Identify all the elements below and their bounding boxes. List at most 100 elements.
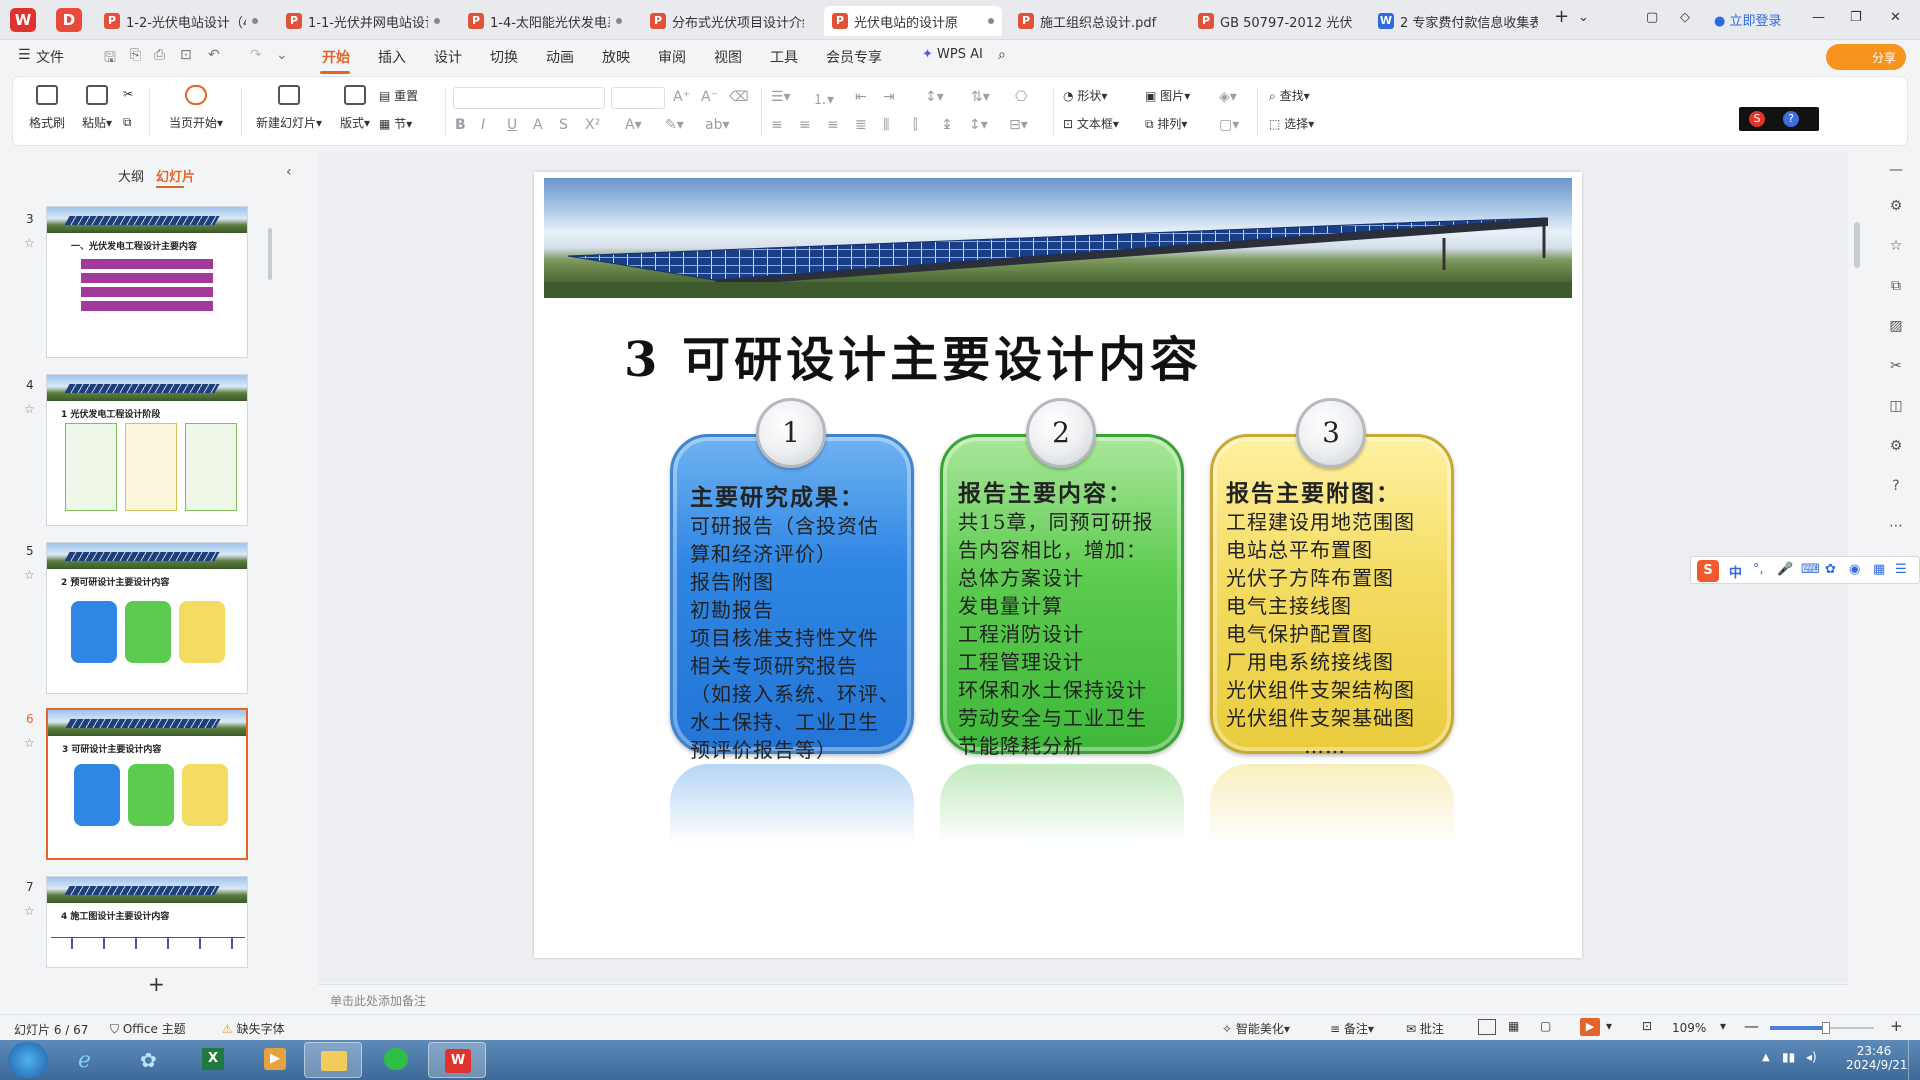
convert-smartart-icon[interactable]: ⎔	[1015, 89, 1027, 105]
tab-close-icon[interactable]	[252, 18, 258, 24]
italic-icon[interactable]: I	[481, 117, 485, 133]
clear-format-icon[interactable]: ⌫	[729, 89, 749, 105]
docer-icon[interactable]: D	[56, 8, 82, 32]
ime-toolbar-widget[interactable]: S ?	[1739, 107, 1819, 131]
volume-tray-icon[interactable]: ◂)	[1806, 1050, 1817, 1064]
menu-home[interactable]: 开始	[322, 47, 350, 67]
tab-close-icon[interactable]	[434, 18, 440, 24]
slide-canvas[interactable]: 3 可研设计主要设计内容 1 主要研究成果： 可研报告（含投资估 算和经济评价）…	[534, 172, 1582, 958]
align-center-icon[interactable]: ≡	[799, 117, 811, 133]
copy-icon[interactable]: ⧉	[1886, 278, 1906, 298]
menu-insert[interactable]: 插入	[378, 47, 406, 67]
start-from-current-button[interactable]: 当页开始▾	[161, 85, 231, 131]
layout-button[interactable]: 版式▾	[333, 85, 377, 131]
distribute-icon[interactable]: ⫼	[883, 117, 889, 133]
ime-mode-label[interactable]: 中	[1729, 562, 1742, 581]
skin-icon[interactable]: ✿	[1825, 562, 1836, 577]
menu-tools[interactable]: 工具	[770, 47, 798, 67]
image-edit-icon[interactable]: ▨	[1886, 318, 1906, 338]
tab-close-icon[interactable]	[988, 18, 994, 24]
star-icon[interactable]: ☆	[24, 736, 35, 750]
reading-view-icon[interactable]: ▢	[1540, 1019, 1551, 1033]
star-icon[interactable]: ☆	[24, 568, 35, 582]
font-color-icon[interactable]: A▾	[625, 117, 642, 133]
zoom-out-icon[interactable]: —	[1744, 1017, 1759, 1035]
clock[interactable]: 23:46 2024/9/21	[1846, 1044, 1908, 1072]
menu-view[interactable]: 视图	[714, 47, 742, 67]
shadow-icon[interactable]: S	[559, 117, 568, 133]
play-slideshow-icon[interactable]: ▶	[1580, 1018, 1600, 1036]
wps-taskbar-icon[interactable]: W	[428, 1042, 486, 1078]
notes-toggle[interactable]: ≡ 备注▾	[1330, 1020, 1374, 1037]
more-icon[interactable]: ⋯	[1886, 518, 1906, 538]
redo-icon[interactable]: ↷	[250, 47, 262, 63]
browser-icon[interactable]: ℯ	[60, 1042, 118, 1078]
char-spacing-icon[interactable]: ab▾	[705, 117, 730, 133]
paragraph-spacing-icon[interactable]: ↕▾	[969, 117, 988, 133]
comments-toggle[interactable]: ✉ 批注	[1406, 1020, 1444, 1037]
text-box-align-icon[interactable]: ⊟▾	[1009, 117, 1028, 133]
slideshow-dropdown-icon[interactable]: ▾	[1606, 1019, 1612, 1033]
excel-icon[interactable]: X	[184, 1042, 242, 1078]
strikethrough-icon[interactable]: A	[533, 117, 543, 133]
maximize-icon[interactable]: ❐	[1850, 10, 1862, 25]
collapse-icon[interactable]: —	[1886, 162, 1906, 182]
card-text[interactable]: 报告主要内容： 共15章，同预可研报 告内容相比，增加： 总体方案设计 发电量计…	[958, 474, 1153, 760]
star-icon[interactable]: ☆	[24, 904, 35, 918]
slide-title[interactable]: 3 可研设计主要设计内容	[624, 320, 1202, 390]
fill-icon[interactable]: ◈▾	[1219, 89, 1237, 105]
menu-transition[interactable]: 切换	[490, 47, 518, 67]
font-size-select[interactable]	[611, 87, 665, 109]
format-painter-button[interactable]: 格式刷	[27, 85, 67, 131]
fit-window-icon[interactable]: ⊡	[1642, 1019, 1652, 1033]
increase-font-icon[interactable]: A⁺	[673, 89, 690, 105]
copy-icon[interactable]: ⧉	[123, 115, 132, 130]
align-right-icon[interactable]: ≡	[827, 117, 839, 133]
zoom-slider-thumb[interactable]	[1822, 1022, 1830, 1034]
undo-icon[interactable]: ↶	[208, 47, 220, 63]
find-button[interactable]: ⌕ 查找▾	[1269, 87, 1310, 104]
slide-thumbnail[interactable]: 4 施工图设计主要设计内容	[46, 876, 248, 968]
new-tab-icon[interactable]: +	[1554, 6, 1569, 27]
zoom-in-icon[interactable]: +	[1890, 1017, 1903, 1035]
column-icon[interactable]: ⫿	[913, 117, 917, 133]
menu-animation[interactable]: 动画	[546, 47, 574, 67]
outline-icon[interactable]: ▢▾	[1219, 117, 1239, 133]
menu-review[interactable]: 审阅	[658, 47, 686, 67]
keyboard-icon[interactable]: ⌨	[1801, 562, 1820, 577]
beautify-button[interactable]: ✧ 智能美化▾	[1222, 1020, 1290, 1037]
tab-close-icon[interactable]	[616, 18, 622, 24]
save-icon[interactable]: 🖫	[104, 47, 116, 71]
file-explorer-icon[interactable]	[304, 1042, 362, 1078]
export-icon[interactable]: ⎘	[130, 47, 141, 63]
align-left-icon[interactable]: ≡	[771, 117, 783, 133]
menu-slideshow[interactable]: 放映	[602, 47, 630, 67]
game-icon[interactable]: ◉	[1849, 562, 1860, 577]
properties-icon[interactable]: ⚙	[1886, 198, 1906, 218]
microphone-icon[interactable]: 🎤	[1777, 562, 1793, 577]
thumbnail-scrollbar[interactable]	[268, 228, 272, 280]
card-text[interactable]: 主要研究成果： 可研报告（含投资估 算和经济评价） 报告附图 初勘报告 项目核准…	[690, 478, 900, 764]
share-button[interactable]: 分享	[1826, 44, 1906, 70]
star-icon[interactable]: ☆	[24, 402, 35, 416]
decrease-font-icon[interactable]: A⁻	[701, 89, 718, 105]
tools-icon[interactable]: ✂	[1886, 358, 1906, 378]
cube-icon[interactable]: ◇	[1680, 10, 1690, 25]
hamburger-menu-icon[interactable]: ☰	[18, 47, 31, 63]
settings-icon[interactable]: ⚙	[1886, 438, 1906, 458]
document-tab[interactable]: P 1-2-光伏电站设计（43	[96, 6, 266, 36]
increase-indent-icon[interactable]: ⇥	[883, 89, 895, 105]
wps-ai-button[interactable]: ✦ WPS AI	[922, 47, 983, 62]
preview-icon[interactable]: ◫	[1886, 398, 1906, 418]
tray-up-arrow-icon[interactable]: ▲	[1762, 1052, 1770, 1063]
slide-thumbnail[interactable]: 2 预可研设计主要设计内容	[46, 542, 248, 694]
document-tab-active[interactable]: P 光伏电站的设计原	[824, 6, 1002, 36]
missing-font-button[interactable]: ⚠ 缺失字体	[222, 1020, 285, 1037]
highlight-icon[interactable]: ✎▾	[665, 117, 684, 133]
slide-thumbnail[interactable]: 1 光伏发电工程设计阶段	[46, 374, 248, 526]
numbered-list-icon[interactable]: ⒈▾	[813, 89, 834, 109]
add-slide-button[interactable]: +	[148, 972, 165, 996]
slide-thumbnail[interactable]: 一、光伏发电工程设计主要内容	[46, 206, 248, 358]
punctuation-icon[interactable]: °,	[1753, 562, 1764, 577]
document-tab[interactable]: W 2 专家费付款信息收集表	[1370, 6, 1546, 36]
